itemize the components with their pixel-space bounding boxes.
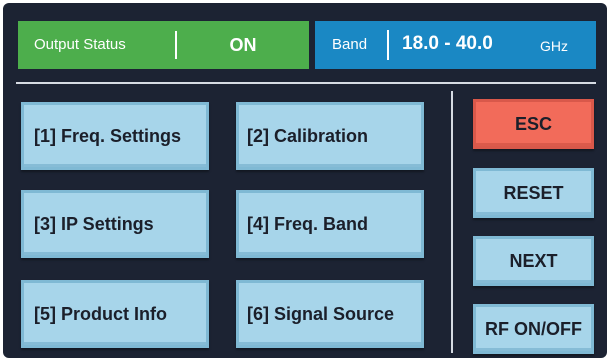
freq-settings-button[interactable]: [1] Freq. Settings	[21, 102, 209, 170]
band-label: Band	[332, 36, 368, 53]
band-range: 18.0 - 40.0	[402, 33, 493, 54]
output-status-label: Output Status	[34, 36, 126, 53]
esc-button[interactable]: ESC	[473, 99, 594, 149]
next-button[interactable]: NEXT	[473, 236, 594, 286]
rf-toggle-button[interactable]: RF ON/OFF	[473, 304, 594, 354]
output-status-bar: Output Status ON	[18, 21, 309, 69]
band-divider	[387, 30, 389, 60]
reset-button[interactable]: RESET	[473, 168, 594, 218]
output-status-value: ON	[229, 35, 257, 55]
product-info-button[interactable]: [5] Product Info	[21, 280, 209, 348]
calibration-button[interactable]: [2] Calibration	[236, 102, 424, 170]
side-separator	[451, 91, 453, 353]
header-separator	[16, 82, 596, 84]
band-unit: GHz	[540, 38, 568, 54]
band-bar: Band 18.0 - 40.0 GHz	[315, 21, 596, 69]
status-divider	[175, 31, 177, 59]
control-panel: Output Status ON Band 18.0 - 40.0 GHz [1…	[3, 3, 607, 358]
freq-band-button[interactable]: [4] Freq. Band	[236, 190, 424, 258]
signal-source-button[interactable]: [6] Signal Source	[236, 280, 424, 348]
ip-settings-button[interactable]: [3] IP Settings	[21, 190, 209, 258]
